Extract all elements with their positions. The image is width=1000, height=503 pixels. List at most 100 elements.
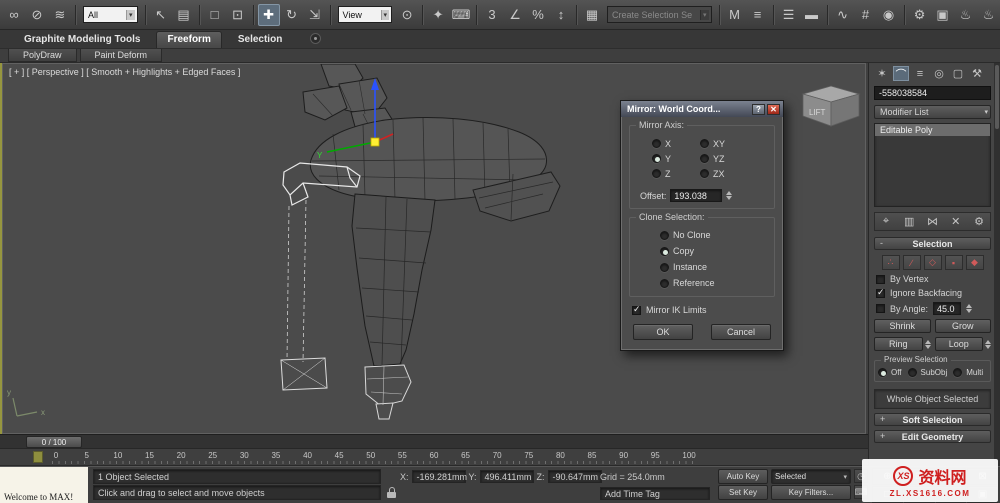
radio-zx[interactable]: ZX — [700, 166, 748, 181]
time-slider-track[interactable]: 0 / 100 — [0, 434, 868, 449]
polygon-mode-icon[interactable]: ▪ — [944, 255, 963, 270]
subtab-paint-deform[interactable]: Paint Deform — [79, 49, 163, 62]
select-and-rotate-icon[interactable]: ↻ — [281, 4, 303, 26]
ignore-backfacing-row[interactable]: Ignore Backfacing — [874, 287, 991, 298]
radio-copy[interactable]: Copy — [660, 246, 768, 256]
show-end-result-icon[interactable]: ▥ — [901, 214, 917, 229]
subtab-polydraw[interactable]: PolyDraw — [8, 49, 77, 62]
render-setup-icon[interactable]: ⚙ — [909, 4, 931, 26]
dialog-help-button[interactable]: ? — [752, 103, 765, 115]
rectangular-selection-region-icon[interactable]: □ — [204, 4, 226, 26]
by-vertex-checkbox[interactable] — [876, 274, 885, 284]
schematic-view-icon[interactable]: # — [855, 4, 877, 26]
x-coord-field[interactable]: -169.281mm — [411, 470, 467, 483]
layer-manager-icon[interactable]: ☰ — [778, 4, 800, 26]
percent-snap-toggle-icon[interactable]: % — [527, 4, 549, 26]
remove-modifier-icon[interactable]: ✕ — [948, 214, 964, 229]
key-selection-dropdown[interactable]: Selected ▾ — [771, 469, 851, 484]
ok-button[interactable]: OK — [633, 324, 693, 340]
vertex-mode-icon[interactable]: ∴ — [881, 255, 900, 270]
border-mode-icon[interactable]: ◇ — [923, 255, 942, 270]
y-coord-field[interactable]: 496.411mm — [479, 470, 534, 483]
radio-multi[interactable]: Multi — [953, 368, 983, 377]
set-key-button[interactable]: Set Key — [718, 485, 768, 500]
use-pivot-point-center-icon[interactable]: ⊙ — [396, 4, 418, 26]
curve-editor-icon[interactable]: ∿ — [832, 4, 854, 26]
radio-subobj[interactable]: SubObj — [907, 368, 947, 377]
modify-tab-icon[interactable]: ⌒ — [893, 66, 909, 81]
by-angle-checkbox[interactable] — [876, 304, 885, 313]
viewport-label[interactable]: [ + ] [ Perspective ] [ Smooth + Highlig… — [9, 67, 240, 77]
select-and-scale-icon[interactable]: ⇲ — [304, 4, 326, 26]
mirror-ik-limits-row[interactable]: Mirror IK Limits — [632, 304, 775, 315]
track-bar-marker[interactable] — [33, 451, 43, 463]
dialog-close-button[interactable]: ✕ — [767, 103, 780, 115]
by-angle-row[interactable]: By Angle: 45.0 — [874, 302, 991, 315]
rollout-edit-geometry[interactable]: Edit Geometry — [874, 430, 991, 443]
utilities-tab-icon[interactable]: ⚒ — [969, 66, 985, 81]
loop-spinner[interactable] — [985, 339, 991, 349]
ribbon-tab-graphite-modeling-tools[interactable]: Graphite Modeling Tools — [14, 32, 150, 48]
make-unique-icon[interactable]: ⋈ — [925, 214, 941, 229]
panel-scrollbar[interactable] — [994, 63, 1000, 466]
radio-reference[interactable]: Reference — [660, 278, 768, 288]
selection-filter-dropdown[interactable]: All ▾ — [83, 6, 138, 23]
mirror-dialog-titlebar[interactable]: Mirror: World Coord... ? ✕ — [621, 101, 783, 117]
stack-item-editable-poly[interactable]: Editable Poly — [875, 124, 990, 136]
by-angle-spinner[interactable] — [966, 304, 973, 313]
angle-snap-toggle-icon[interactable]: ∠ — [504, 4, 526, 26]
configure-modifier-sets-icon[interactable]: ⚙ — [971, 214, 987, 229]
auto-key-button[interactable]: Auto Key — [718, 469, 768, 484]
edit-named-selection-sets-icon[interactable]: ▦ — [581, 4, 603, 26]
unlink-selection-icon[interactable]: ⊘ — [26, 4, 48, 26]
select-object-icon[interactable]: ↖ — [150, 4, 172, 26]
shrink-button[interactable]: Shrink — [874, 319, 931, 333]
select-and-move-icon[interactable]: ✚ — [257, 3, 280, 26]
loop-button[interactable]: Loop — [934, 337, 983, 351]
selection-lock-icon[interactable] — [387, 487, 397, 499]
pin-stack-icon[interactable]: ⌖ — [878, 214, 894, 229]
material-editor-icon[interactable]: ◉ — [878, 4, 900, 26]
align-icon[interactable]: ≡ — [747, 4, 769, 26]
ribbon-minimize-button[interactable] — [310, 33, 322, 44]
hierarchy-tab-icon[interactable]: ≡ — [912, 66, 928, 81]
radio-z[interactable]: Z — [652, 166, 700, 181]
offset-field[interactable]: 193.038 — [670, 189, 723, 202]
select-by-name-icon[interactable]: ▤ — [173, 4, 195, 26]
mirror-icon[interactable]: M — [724, 4, 746, 26]
modifier-list-dropdown[interactable]: Modifier List ▾ — [874, 105, 991, 119]
z-coord-field[interactable]: -90.647mm — [547, 470, 602, 483]
offset-spinner[interactable] — [726, 191, 733, 200]
rollout-soft-selection[interactable]: Soft Selection — [874, 413, 991, 426]
window-crossing-toggle-icon[interactable]: ⊡ — [227, 4, 249, 26]
graphite-ribbon-toggle-icon[interactable]: ▬ — [801, 4, 823, 26]
ignore-backfacing-checkbox[interactable] — [876, 287, 885, 298]
by-angle-field[interactable]: 45.0 — [933, 302, 962, 315]
motion-tab-icon[interactable]: ◎ — [931, 66, 947, 81]
render-production-icon[interactable]: ♨ — [955, 4, 977, 26]
track-bar[interactable]: 0 5 10 15 20 25 30 35 40 45 50 55 60 65 70 75 80 85 90 95 10… — [0, 449, 868, 466]
spinner-snap-toggle-icon[interactable]: ↕ — [550, 4, 572, 26]
radio-x[interactable]: X — [652, 136, 700, 151]
add-time-tag[interactable]: Add Time Tag — [600, 487, 710, 500]
object-name-field[interactable]: -558038584 — [874, 86, 991, 100]
named-selection-sets-dropdown[interactable]: Create Selection Se ▾ — [607, 6, 712, 23]
time-slider-handle[interactable]: 0 / 100 — [26, 436, 82, 448]
ribbon-tab-freeform[interactable]: Freeform — [156, 31, 222, 48]
element-mode-icon[interactable]: ◆ — [965, 255, 984, 270]
render-iterative-icon[interactable]: ♨ — [978, 4, 1000, 26]
radio-off[interactable]: Off — [878, 368, 902, 377]
ribbon-tab-selection[interactable]: Selection — [228, 32, 292, 48]
by-vertex-row[interactable]: By Vertex — [874, 274, 991, 284]
mirror-ik-limits-checkbox[interactable] — [632, 304, 641, 315]
keyboard-shortcut-override-icon[interactable]: ⌨ — [450, 4, 472, 26]
create-tab-icon[interactable]: ✶ — [874, 66, 890, 81]
snaps-toggle-icon[interactable]: 3 — [481, 4, 503, 26]
ring-spinner[interactable] — [924, 339, 931, 349]
modifier-stack[interactable]: Editable Poly — [874, 123, 991, 207]
rendered-frame-window-icon[interactable]: ▣ — [932, 4, 954, 26]
rollout-selection[interactable]: Selection — [874, 237, 991, 250]
bind-to-space-warp-icon[interactable]: ≋ — [49, 4, 71, 26]
radio-no-clone[interactable]: No Clone — [660, 230, 768, 240]
select-and-manipulate-icon[interactable]: ✦ — [427, 4, 449, 26]
